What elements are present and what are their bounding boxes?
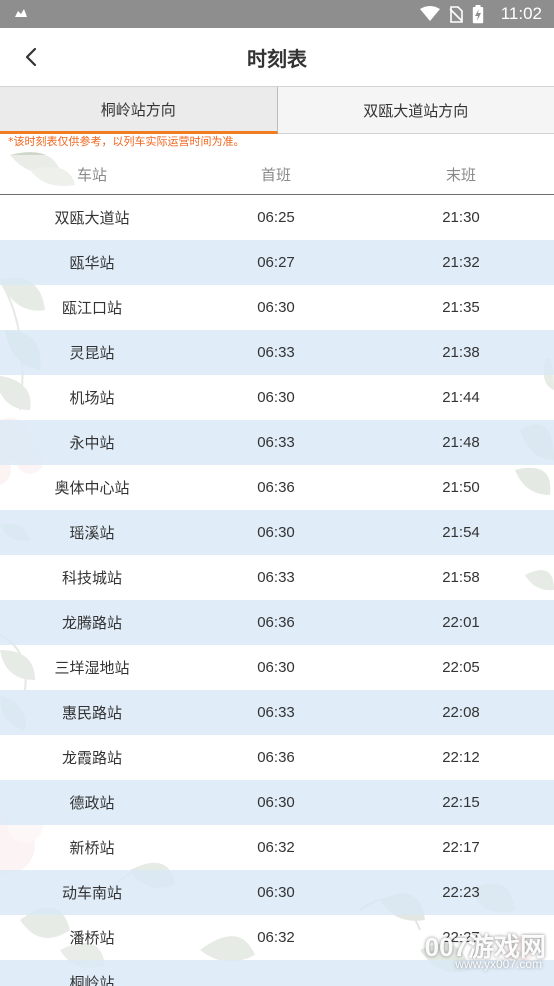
no-sim-icon [449, 5, 463, 23]
station-cell: 龙霞路站 [61, 749, 122, 767]
station-cell: 潘桥站 [69, 929, 115, 947]
station-cell: 瑶溪站 [69, 524, 115, 542]
station-cell: 灵昆站 [69, 344, 115, 362]
last-train-cell: 21:50 [442, 479, 480, 496]
chevron-left-icon [25, 47, 37, 67]
station-cell: 新桥站 [69, 839, 115, 857]
table-header: 车站 首班 末班 [0, 155, 554, 195]
first-train-cell: 06:33 [257, 704, 295, 721]
battery-charging-icon [472, 4, 483, 23]
first-train-cell: 06:36 [257, 749, 295, 766]
first-train-cell: 06:33 [257, 434, 295, 451]
status-bar: 11:02 [0, 0, 554, 28]
first-train-cell: 06:30 [257, 884, 295, 901]
first-train-cell: 06:33 [257, 344, 295, 361]
table-row: 龙腾路站 06:36 22:01 [0, 600, 554, 645]
column-header-first-train: 首班 [260, 166, 291, 184]
table-row: 动车南站 06:30 22:23 [0, 870, 554, 915]
timetable-notice: *该时刻表仅供参考，以列车实际运营时间为准。 [8, 135, 245, 148]
timetable: 车站 首班 末班 双瓯大道站 06:25 21:30 瓯华站 06:27 21:32 瓯江口… [0, 155, 554, 986]
first-train-cell: 06:25 [257, 209, 295, 226]
tab-tongling-direction[interactable]: 桐岭站方向 [0, 87, 278, 134]
first-train-cell: 06:30 [257, 659, 295, 676]
column-header-station: 车站 [76, 166, 107, 184]
last-train-cell: 22:08 [442, 704, 480, 721]
site-watermark: 007游戏网 www.yx007.com [425, 927, 546, 971]
wifi-icon [419, 6, 440, 21]
last-train-cell: 22:12 [442, 749, 480, 766]
page-title: 时刻表 [247, 46, 307, 71]
station-cell: 德政站 [69, 794, 115, 812]
table-rows: 双瓯大道站 06:25 21:30 瓯华站 06:27 21:32 瓯江口站 06:30 21:… [0, 195, 554, 986]
first-train-cell: 06:32 [257, 839, 295, 856]
table-row: 惠民路站 06:33 22:08 [0, 690, 554, 735]
first-train-cell: 06:30 [257, 524, 295, 541]
direction-tabs: 桐岭站方向 双瓯大道站方向 [0, 86, 554, 134]
table-row: 奥体中心站 06:36 21:50 [0, 465, 554, 510]
table-row: 新桥站 06:32 22:17 [0, 825, 554, 870]
last-train-cell: 21:58 [442, 569, 480, 586]
column-header-last-train: 末班 [445, 166, 476, 184]
table-row: 灵昆站 06:33 21:38 [0, 330, 554, 375]
table-row: 科技城站 06:33 21:58 [0, 555, 554, 600]
notification-icon [15, 9, 27, 17]
first-train-cell: 06:30 [257, 389, 295, 406]
station-cell: 瓯江口站 [61, 299, 122, 317]
station-cell: 科技城站 [61, 569, 122, 587]
first-train-cell: 06:32 [257, 929, 295, 946]
station-cell: 双瓯大道站 [54, 209, 130, 227]
table-row: 德政站 06:30 22:15 [0, 780, 554, 825]
watermark-url: www.yx007.com [455, 957, 542, 971]
station-cell: 三垟湿地站 [54, 659, 130, 677]
last-train-cell: 21:48 [442, 434, 480, 451]
last-train-cell: 22:01 [442, 614, 480, 631]
status-icons: 11:02 [419, 4, 542, 24]
back-button[interactable] [16, 42, 46, 72]
station-cell: 桐岭站 [69, 974, 115, 986]
station-cell: 动车南站 [61, 884, 122, 902]
tab-shuangou-direction[interactable]: 双瓯大道站方向 [277, 87, 554, 134]
station-cell: 龙腾路站 [61, 614, 122, 632]
table-row: 瓯华站 06:27 21:32 [0, 240, 554, 285]
last-train-cell: 21:35 [442, 299, 480, 316]
app-header: 时刻表 [0, 28, 554, 86]
table-row: 三垟湿地站 06:30 22:05 [0, 645, 554, 690]
station-cell: 惠民路站 [61, 704, 122, 722]
table-row: 龙霞路站 06:36 22:12 [0, 735, 554, 780]
first-train-cell: 06:30 [257, 299, 295, 316]
station-cell: 瓯华站 [69, 254, 115, 272]
last-train-cell: 22:15 [442, 794, 480, 811]
last-train-cell: 21:32 [442, 254, 480, 271]
first-train-cell: 06:27 [257, 254, 295, 271]
last-train-cell: 21:54 [442, 524, 480, 541]
table-row: 瓯江口站 06:30 21:35 [0, 285, 554, 330]
station-cell: 永中站 [69, 434, 115, 452]
last-train-cell: 22:23 [442, 884, 480, 901]
last-train-cell: 21:30 [442, 209, 480, 226]
first-train-cell: 06:36 [257, 614, 295, 631]
status-time: 11:02 [500, 4, 542, 23]
table-row: 双瓯大道站 06:25 21:30 [0, 195, 554, 240]
last-train-cell: 21:44 [442, 389, 480, 406]
last-train-cell: 22:05 [442, 659, 480, 676]
last-train-cell: 21:38 [442, 344, 480, 361]
station-cell: 奥体中心站 [54, 479, 130, 497]
first-train-cell: 06:33 [257, 569, 295, 586]
station-cell: 机场站 [69, 389, 115, 407]
last-train-cell: 22:17 [442, 839, 480, 856]
table-row: 永中站 06:33 21:48 [0, 420, 554, 465]
first-train-cell: 06:36 [257, 479, 295, 496]
table-row: 瑶溪站 06:30 21:54 [0, 510, 554, 555]
table-row: 机场站 06:30 21:44 [0, 375, 554, 420]
first-train-cell: 06:30 [257, 794, 295, 811]
